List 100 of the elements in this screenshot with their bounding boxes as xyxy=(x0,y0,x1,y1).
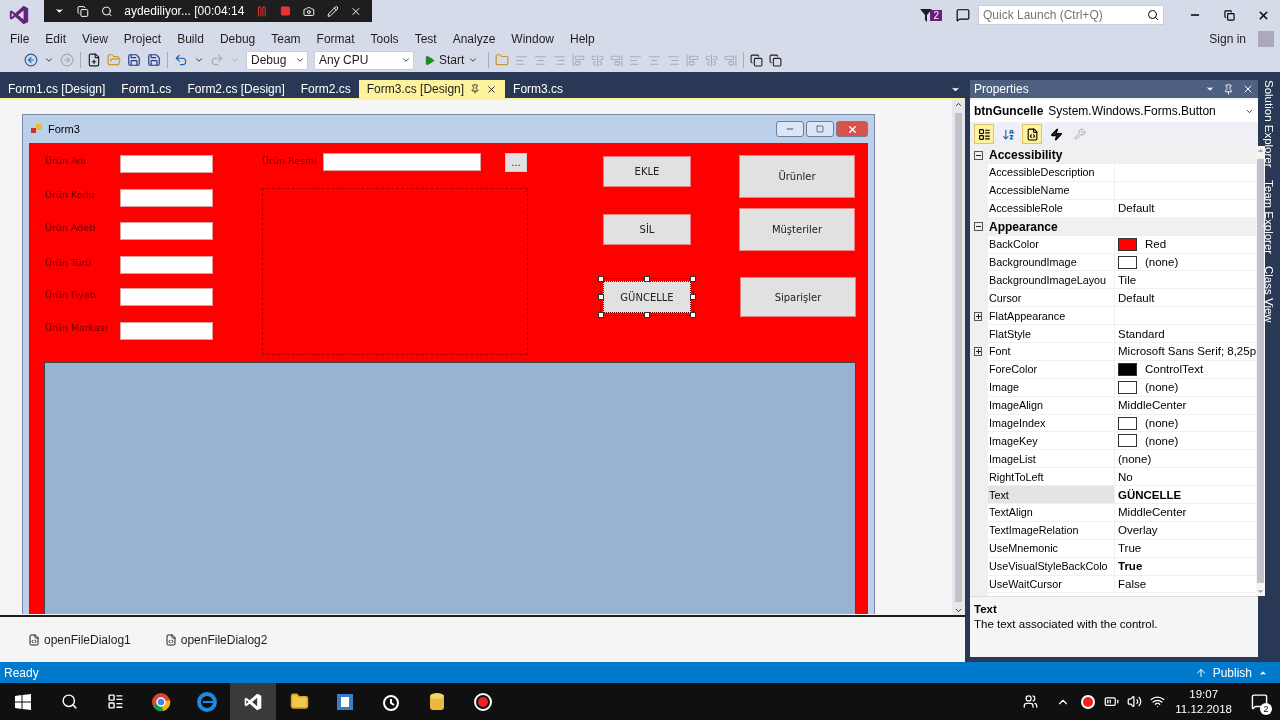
property-name[interactable]: RightToLeft xyxy=(988,468,1115,487)
restore-icon[interactable] xyxy=(1223,9,1235,21)
property-name[interactable]: TextAlign xyxy=(988,504,1115,522)
send-to-back-icon[interactable] xyxy=(769,53,783,67)
component-item[interactable]: openFileDialog2 xyxy=(164,632,268,647)
side-tab[interactable]: Team Explorer xyxy=(1263,179,1275,254)
search-icon[interactable] xyxy=(100,4,113,18)
property-name[interactable]: FlatStyle xyxy=(988,325,1115,343)
menu-item[interactable]: Build xyxy=(169,32,212,46)
windows-icon[interactable] xyxy=(76,4,89,18)
notification-button[interactable]: 2 xyxy=(1246,688,1272,715)
object-selector[interactable]: btnGuncelle System.Windows.Forms.Button xyxy=(970,100,1258,122)
form-button[interactable]: EKLE xyxy=(603,156,691,187)
expand-icon[interactable] xyxy=(974,347,982,357)
text-field[interactable] xyxy=(120,222,213,240)
pause-icon[interactable] xyxy=(256,4,269,18)
undo-icon[interactable] xyxy=(174,53,188,67)
configuration-combo[interactable]: Debug xyxy=(246,50,308,70)
property-name[interactable]: Text xyxy=(988,486,1115,505)
expand-icon[interactable] xyxy=(974,311,982,321)
notification-badge: 2 xyxy=(1260,702,1272,715)
menu-item[interactable]: Window xyxy=(503,32,563,46)
visual-studio-icon[interactable] xyxy=(230,683,276,720)
quick-launch-field[interactable]: Quick Launch (Ctrl+Q) xyxy=(978,5,1164,25)
stop-icon[interactable] xyxy=(280,5,291,17)
save-all-icon[interactable] xyxy=(147,53,161,67)
record-icon[interactable] xyxy=(1080,693,1097,710)
menu-item[interactable]: Team xyxy=(263,32,309,46)
close-icon[interactable] xyxy=(486,83,498,95)
property-name[interactable]: ImageKey xyxy=(988,432,1115,451)
property-name[interactable]: Font xyxy=(988,343,1115,361)
platform-combo[interactable]: Any CPU xyxy=(314,50,414,70)
wifi-icon[interactable] xyxy=(1150,694,1166,709)
clock-time[interactable]: 19:07 xyxy=(1189,686,1219,702)
property-name[interactable]: Cursor xyxy=(988,289,1115,308)
menu-item[interactable]: View xyxy=(74,32,116,46)
document-tab[interactable]: Form2.cs [Design] xyxy=(179,80,293,98)
menu-item[interactable]: Test xyxy=(406,32,445,46)
text-field[interactable] xyxy=(120,256,213,274)
property-name[interactable]: BackgroundImageLayou xyxy=(988,271,1115,290)
scroll-thumb[interactable] xyxy=(1257,159,1265,583)
form-button[interactable]: GÜNCELLE xyxy=(603,281,691,313)
text-field[interactable] xyxy=(323,153,481,171)
menu-item[interactable]: Format xyxy=(308,32,363,46)
menu-item[interactable]: Edit xyxy=(37,32,75,46)
text-field[interactable] xyxy=(120,189,213,207)
collapse-icon[interactable] xyxy=(974,150,983,160)
property-name[interactable]: AccessibleDescription xyxy=(988,164,1115,182)
text-field[interactable] xyxy=(120,322,213,340)
back-icon[interactable] xyxy=(24,53,38,67)
minimize-button[interactable] xyxy=(776,121,804,137)
menu-item[interactable]: Debug xyxy=(211,32,264,46)
form-button[interactable]: Ürünler xyxy=(739,155,855,198)
document-tab[interactable]: Form1.cs [Design] xyxy=(0,80,114,98)
clock-date[interactable]: 11.12.2018 xyxy=(1175,701,1232,717)
side-tab[interactable]: Solution Explorer xyxy=(1263,80,1275,168)
scroll-down-icon xyxy=(954,606,963,615)
document-tab[interactable]: Form1.cs xyxy=(113,80,180,98)
collapse-icon[interactable] xyxy=(974,222,983,232)
close-button[interactable] xyxy=(836,121,868,137)
text-field[interactable] xyxy=(120,155,213,173)
page-icon xyxy=(1025,127,1039,141)
save-icon[interactable] xyxy=(127,53,141,67)
categorized-button[interactable] xyxy=(974,124,994,144)
menu-item[interactable]: File xyxy=(2,32,38,46)
menu-item[interactable]: Help xyxy=(562,32,603,46)
publish-button[interactable]: Publish xyxy=(1194,665,1268,680)
new-project-icon[interactable] xyxy=(87,53,101,67)
battery-icon[interactable] xyxy=(1104,694,1120,709)
sign-in-link[interactable]: Sign in xyxy=(1209,32,1246,46)
form-button[interactable]: Siparişler xyxy=(740,277,856,317)
people-icon[interactable] xyxy=(1023,694,1039,709)
menu-item[interactable]: Project xyxy=(115,32,170,46)
close-icon[interactable] xyxy=(1242,83,1254,95)
form-button[interactable]: Müşteriler xyxy=(739,208,855,251)
maximize-button[interactable] xyxy=(806,121,834,137)
component-item[interactable]: openFileDialog1 xyxy=(28,632,131,647)
menu-item[interactable]: Analyze xyxy=(444,32,504,46)
document-tab[interactable]: Form3.cs xyxy=(505,80,572,98)
pin-icon[interactable] xyxy=(470,84,481,94)
scroll-thumb[interactable] xyxy=(955,113,962,602)
document-tab[interactable]: Form2.cs xyxy=(292,80,359,98)
filter-icon[interactable] xyxy=(920,8,933,22)
pencil-icon[interactable] xyxy=(326,4,339,18)
browse-button[interactable]: ... xyxy=(505,153,527,172)
document-tab[interactable]: Form3.cs [Design] xyxy=(358,80,506,98)
scrollbar[interactable] xyxy=(952,100,965,615)
form-button[interactable]: SİL xyxy=(603,214,691,245)
pin-icon[interactable] xyxy=(1223,83,1234,95)
property-name[interactable]: FlatAppearance xyxy=(988,307,1115,326)
feedback-icon[interactable] xyxy=(956,8,970,22)
text-field[interactable] xyxy=(120,288,213,306)
side-tab[interactable]: Class View xyxy=(1263,265,1275,323)
bring-to-front-icon[interactable] xyxy=(750,53,764,67)
camera-icon[interactable] xyxy=(302,4,315,18)
properties-button[interactable] xyxy=(1022,124,1042,144)
menu-item[interactable]: Tools xyxy=(362,32,407,46)
volume-icon[interactable] xyxy=(1127,694,1143,709)
property-name[interactable]: ImageList xyxy=(988,450,1115,469)
start-button[interactable]: Start xyxy=(420,53,483,67)
